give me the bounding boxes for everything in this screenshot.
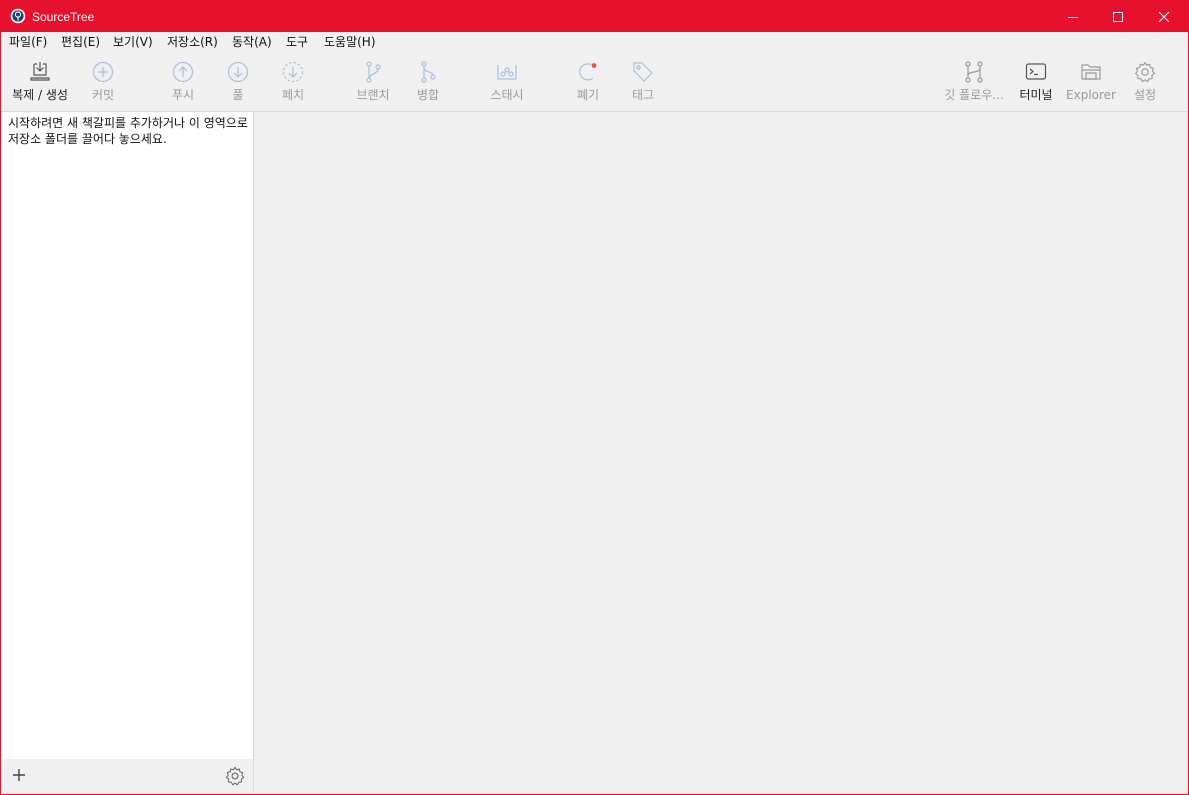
sourcetree-window: SourceTree 파일(F) 편집(E) 보기(V) 저장소(R) 동작(A… bbox=[0, 0, 1189, 795]
push-button[interactable]: 푸시 bbox=[163, 60, 203, 108]
toolbar: 복제 / 생성 커밋 푸시 풀 페치 브랜치 병합 스태시 폐기 태그 깃 플로… bbox=[1, 52, 1188, 112]
push-label: 푸시 bbox=[171, 88, 195, 102]
settings-button[interactable]: 설정 bbox=[1125, 60, 1165, 108]
clone-download-icon bbox=[30, 62, 50, 81]
clone-create-label: 복제 / 생성 bbox=[12, 88, 68, 102]
discard-button[interactable]: 폐기 bbox=[568, 60, 608, 108]
menu-bar: 파일(F) 편집(E) 보기(V) 저장소(R) 동작(A) 도구 도움말(H) bbox=[1, 32, 1188, 52]
clone-create-button[interactable]: 복제 / 생성 bbox=[5, 60, 75, 108]
discard-icon bbox=[579, 63, 597, 81]
git-flow-label: 깃 플로우... bbox=[944, 88, 1004, 102]
menu-view[interactable]: 보기(V) bbox=[113, 34, 153, 50]
fetch-button[interactable]: 페치 bbox=[273, 60, 313, 108]
merge-icon bbox=[421, 61, 436, 83]
arrow-up-circle-icon bbox=[172, 61, 194, 83]
minimize-button[interactable] bbox=[1050, 1, 1096, 32]
gear-icon bbox=[1134, 61, 1156, 83]
git-flow-icon bbox=[965, 61, 983, 83]
sourcetree-logo-icon bbox=[10, 8, 26, 24]
pull-label: 풀 bbox=[232, 88, 244, 102]
add-bookmark-button[interactable] bbox=[11, 767, 27, 787]
commit-button[interactable]: 커밋 bbox=[83, 60, 123, 108]
terminal-button[interactable]: 터미널 bbox=[1014, 60, 1058, 108]
stash-button[interactable]: 스태시 bbox=[482, 60, 532, 108]
plus-icon bbox=[13, 769, 25, 781]
bookmarks-panel[interactable]: 시작하려면 새 책갈피를 추가하거나 이 영역으로 저장소 폴더를 끌어다 놓으… bbox=[2, 112, 254, 759]
maximize-button[interactable] bbox=[1095, 1, 1141, 32]
menu-tools[interactable]: 도구 bbox=[286, 34, 308, 50]
bookmark-settings-button[interactable] bbox=[224, 765, 246, 791]
arrow-down-dashed-circle-icon bbox=[282, 61, 304, 83]
menu-edit[interactable]: 편집(E) bbox=[61, 34, 100, 50]
menu-help[interactable]: 도움말(H) bbox=[324, 34, 376, 50]
tag-label: 태그 bbox=[631, 88, 655, 102]
stash-label: 스태시 bbox=[490, 88, 524, 102]
branch-button[interactable]: 브랜치 bbox=[348, 60, 398, 108]
main-content-area bbox=[254, 112, 1188, 793]
settings-label: 설정 bbox=[1133, 88, 1157, 102]
pull-button[interactable]: 풀 bbox=[218, 60, 258, 108]
terminal-label: 터미널 bbox=[1019, 88, 1053, 102]
git-flow-button[interactable]: 깃 플로우... bbox=[939, 60, 1009, 108]
plus-circle-icon bbox=[92, 61, 114, 83]
arrow-down-circle-icon bbox=[227, 61, 249, 83]
window-title: SourceTree bbox=[32, 10, 95, 24]
tag-button[interactable]: 태그 bbox=[623, 60, 663, 108]
close-button[interactable] bbox=[1141, 1, 1187, 32]
menu-actions[interactable]: 동작(A) bbox=[232, 34, 272, 50]
merge-label: 병합 bbox=[416, 88, 440, 102]
menu-repository[interactable]: 저장소(R) bbox=[167, 34, 218, 50]
explorer-button[interactable]: Explorer bbox=[1063, 60, 1119, 108]
tag-icon bbox=[633, 62, 653, 82]
fetch-label: 페치 bbox=[281, 88, 305, 102]
stash-icon bbox=[497, 65, 517, 80]
gear-icon bbox=[225, 766, 245, 786]
menu-file[interactable]: 파일(F) bbox=[9, 34, 47, 50]
terminal-icon bbox=[1025, 63, 1047, 80]
folder-icon bbox=[1081, 64, 1101, 80]
merge-button[interactable]: 병합 bbox=[408, 60, 448, 108]
empty-bookmarks-hint: 시작하려면 새 책갈피를 추가하거나 이 영역으로 저장소 폴더를 끌어다 놓으… bbox=[8, 116, 248, 146]
branch-icon bbox=[366, 61, 381, 83]
commit-label: 커밋 bbox=[91, 88, 115, 102]
bookmarks-footer bbox=[2, 759, 254, 793]
close-icon bbox=[1158, 11, 1170, 22]
minimize-icon bbox=[1068, 16, 1078, 18]
maximize-icon bbox=[1113, 11, 1123, 22]
title-bar[interactable]: SourceTree bbox=[1, 1, 1188, 32]
branch-label: 브랜치 bbox=[356, 88, 390, 102]
discard-label: 폐기 bbox=[576, 88, 600, 102]
explorer-label: Explorer bbox=[1066, 88, 1116, 102]
